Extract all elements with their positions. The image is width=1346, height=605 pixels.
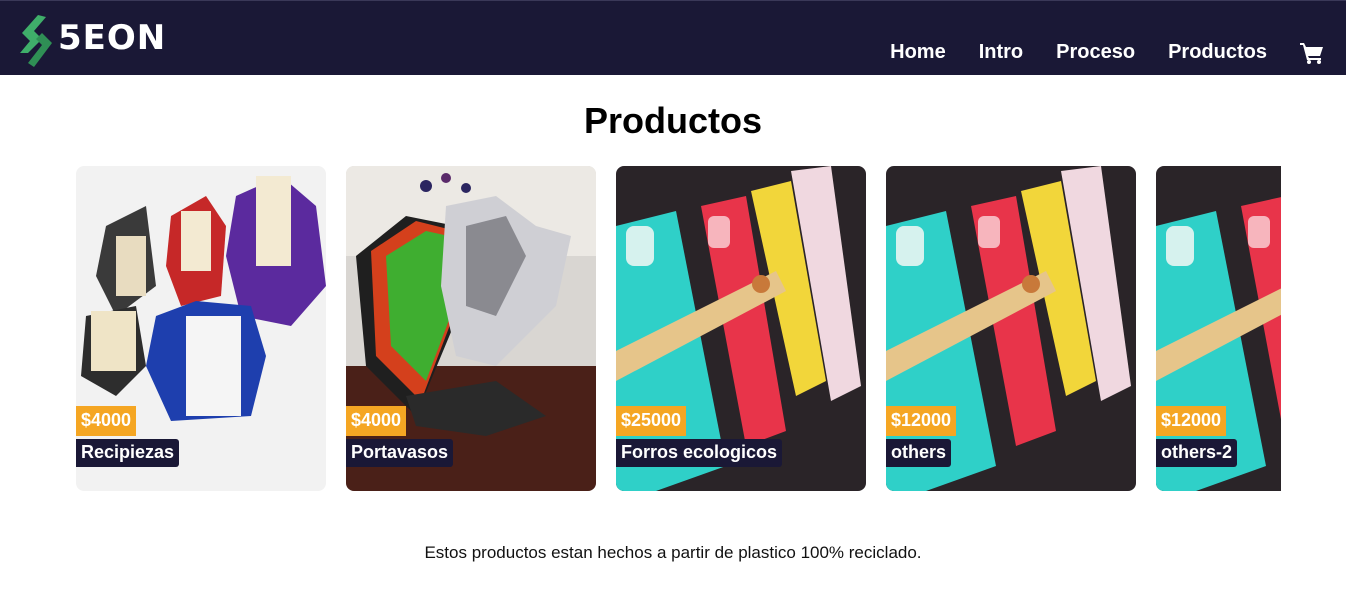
nav-home[interactable]: Home	[890, 41, 946, 64]
product-card-recipiezas[interactable]: $4000 Recipiezas	[76, 166, 326, 491]
product-carousel[interactable]: $4000 Recipiezas $4000 Portavasos $25000…	[76, 166, 1281, 492]
product-card-others-2[interactable]: $12000 others-2	[1156, 166, 1281, 491]
navbar: 5EON Home Intro Proceso Productos	[0, 0, 1346, 75]
nav-intro[interactable]: Intro	[979, 41, 1023, 64]
product-name: Forros ecologicos	[616, 439, 783, 467]
main-nav: Home Intro Proceso Productos	[857, 41, 1324, 64]
logo[interactable]: 5EON	[16, 13, 186, 69]
product-card-portavasos[interactable]: $4000 Portavasos	[346, 166, 596, 491]
product-card-forros-ecologicos[interactable]: $25000 Forros ecologicos	[616, 166, 866, 491]
price-badge: $12000	[886, 406, 957, 436]
cart-icon[interactable]	[1300, 42, 1324, 64]
price-badge: $4000	[76, 406, 137, 436]
product-name: others	[886, 439, 952, 467]
nav-productos[interactable]: Productos	[1168, 41, 1267, 64]
product-card-others[interactable]: $12000 others	[886, 166, 1136, 491]
product-name: Portavasos	[346, 439, 454, 467]
logo-text: 5EON	[58, 18, 167, 58]
price-badge: $12000	[1156, 406, 1227, 436]
products-description: Estos productos estan hechos a partir de…	[424, 543, 922, 562]
price-badge: $4000	[346, 406, 407, 436]
price-badge: $25000	[616, 406, 687, 436]
product-name: others-2	[1156, 439, 1238, 467]
logo-icon	[20, 15, 52, 67]
product-name: Recipiezas	[76, 439, 180, 467]
page-title: Productos	[583, 100, 762, 141]
nav-proceso[interactable]: Proceso	[1056, 41, 1135, 64]
